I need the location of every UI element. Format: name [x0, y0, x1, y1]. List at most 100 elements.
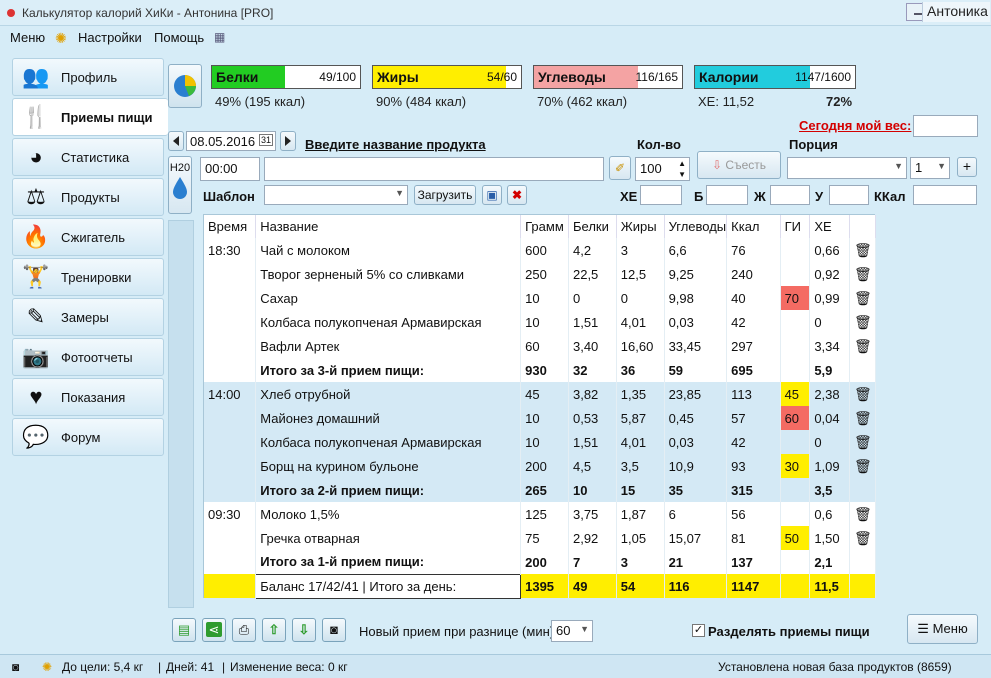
trash-icon[interactable]: 🗑 [854, 434, 872, 450]
table-row[interactable]: Борщ на курином бульоне 200 4,5 3,5 10,9 93 30… [204, 454, 876, 478]
grams-cell: 60 [520, 334, 569, 358]
user-name[interactable]: Антоника [922, 2, 990, 22]
calculator-icon[interactable]: ▦ [214, 30, 225, 44]
kcal-field[interactable] [913, 185, 977, 205]
chat-icon: ▤ [177, 622, 191, 637]
sidebar-item-5[interactable]: 🏋 Тренировки [12, 258, 164, 296]
sidebar-item-0[interactable]: 👥 Профиль [12, 58, 164, 96]
print-button[interactable]: ⎙ [232, 618, 256, 642]
kcal-cell: 695 [726, 358, 781, 382]
table-row[interactable]: Колбаса полукопченая Армавирская 10 1,51 4,… [204, 310, 876, 334]
trash-icon[interactable]: 🗑 [854, 386, 872, 402]
table-row[interactable]: 14:00 Хлеб отрубной 45 3,82 1,35 23,85 113 45 2,… [204, 382, 876, 406]
water-button[interactable]: H20 [168, 156, 192, 214]
camera-status-icon[interactable]: ◙ [12, 660, 19, 674]
settings-gear-icon[interactable]: ✺ [55, 30, 67, 47]
clear-button[interactable]: ✐ [609, 156, 631, 180]
sidebar-item-7[interactable]: 📷 Фотоотчеты [12, 338, 164, 376]
weight-input[interactable] [913, 115, 978, 137]
prev-date-button[interactable] [168, 131, 184, 151]
table-row[interactable]: Майонез домашний 10 0,53 5,87 0,45 57 60 0,04 🗑 [204, 406, 876, 430]
xe-cell: 11,5 [809, 574, 851, 598]
menu-main[interactable]: Меню [10, 30, 45, 45]
table-row[interactable]: Творог зерненый 5% со сливками 250 22,5 12,… [204, 262, 876, 286]
protein-cell: 49 [568, 574, 617, 598]
xe-field[interactable] [640, 185, 682, 205]
column-header[interactable]: Ккал [726, 215, 781, 238]
delete-template-button[interactable]: ✖ [507, 185, 527, 205]
trash-icon[interactable]: 🗑 [854, 338, 872, 354]
sidebar-item-2[interactable]: ◕ Статистика [12, 138, 164, 176]
interval-select[interactable]: 60 ▼ [551, 620, 593, 642]
protein-cell: 0,53 [568, 406, 617, 430]
chat-button[interactable]: ▤ [172, 618, 196, 642]
add-portion-button[interactable]: + [957, 157, 977, 177]
trash-icon[interactable]: 🗑 [854, 266, 872, 282]
product-search-input[interactable] [264, 157, 604, 181]
split-meals-label[interactable]: Разделять приемы пищи [708, 624, 870, 639]
table-row[interactable]: Гречка отварная 75 2,92 1,05 15,07 81 50 1,50 🗑 [204, 526, 876, 550]
column-header[interactable]: ГИ [780, 215, 811, 238]
column-header[interactable]: Жиры [616, 215, 665, 238]
meal-total-row[interactable]: Итого за 3-й прием пищи: 930 32 36 59 695 5,9 [204, 358, 876, 382]
meal-total-row[interactable]: Итого за 2-й прием пищи: 265 10 15 35 315 3,5 [204, 478, 876, 502]
sidebar-item-4[interactable]: 🔥 Сжигатель [12, 218, 164, 256]
spin-arrows-icon[interactable]: ▲ ▼ [678, 158, 686, 180]
sidebar-item-3[interactable]: ⚖ Продукты [12, 178, 164, 216]
share-icon: ⋖ [205, 622, 223, 637]
portion-count-select[interactable]: 1 ▼ [910, 157, 950, 179]
qty-input[interactable]: 100 ▲ ▼ [635, 157, 690, 181]
meal-total-row[interactable]: Итого за 1-й прием пищи: 200 7 3 21 137 2,1 [204, 550, 876, 574]
table-row[interactable]: 18:30 Чай с молоком 600 4,2 3 6,6 76 0,66 🗑 [204, 238, 876, 262]
share-button[interactable]: ⋖ [202, 618, 226, 642]
trash-icon[interactable]: 🗑 [854, 458, 872, 474]
pie-chart-button[interactable] [168, 64, 202, 108]
time-cell [204, 574, 257, 598]
trash-icon[interactable]: 🗑 [854, 242, 872, 258]
column-header[interactable]: Время [204, 215, 257, 238]
table-row[interactable]: Вафли Артек 60 3,40 16,60 33,45 297 3,34 🗑 [204, 334, 876, 358]
table-row[interactable]: Сахар 10 0 0 9,98 40 70 0,99 🗑 [204, 286, 876, 310]
carbs-field[interactable] [829, 185, 869, 205]
table-row[interactable]: 09:30 Молоко 1,5% 125 3,75 1,87 6 56 0,6 🗑 [204, 502, 876, 526]
menu-settings[interactable]: Настройки [78, 30, 142, 45]
column-header[interactable]: ХЕ [809, 215, 851, 238]
trash-icon[interactable]: 🗑 [854, 506, 872, 522]
sidebar-item-9[interactable]: 💬 Форум [12, 418, 164, 456]
load-template-button[interactable]: Загрузить [414, 185, 476, 205]
time-cell [204, 358, 257, 382]
today-weight-link[interactable]: Сегодня мой вес: [799, 118, 911, 133]
next-date-button[interactable] [280, 131, 296, 151]
trash-icon[interactable]: 🗑 [854, 530, 872, 546]
eat-button[interactable]: ⇩ Съесть [697, 151, 781, 179]
time-input[interactable]: 00:00 [200, 157, 260, 181]
save-template-button[interactable]: ▣ [482, 185, 502, 205]
column-header[interactable]: Грамм [520, 215, 569, 238]
table-row[interactable]: Колбаса полукопченая Армавирская 10 1,51 4,… [204, 430, 876, 454]
menu-help[interactable]: Помощь [154, 30, 204, 45]
column-header[interactable]: Название [255, 215, 522, 238]
column-header[interactable]: Углеводы [664, 215, 728, 238]
split-meals-checkbox[interactable]: ✓ [692, 624, 705, 637]
time-cell [204, 478, 257, 502]
trash-icon[interactable]: 🗑 [854, 410, 872, 426]
fat-sub: 90% (484 ккал) [376, 94, 467, 109]
photo-button[interactable]: ◙ [322, 618, 346, 642]
sidebar-item-6[interactable]: ✎ Замеры [12, 298, 164, 336]
sidebar-item-1[interactable]: 🍴 Приемы пищи [12, 98, 168, 136]
move-up-button[interactable]: ⇧ [262, 618, 286, 642]
trash-icon[interactable]: 🗑 [854, 290, 872, 306]
protein-field[interactable] [706, 185, 748, 205]
kcal-cell: 42 [726, 430, 781, 454]
fat-field[interactable] [770, 185, 810, 205]
move-down-button[interactable]: ⇩ [292, 618, 316, 642]
sidebar-item-8[interactable]: ♥ Показания [12, 378, 164, 416]
calendar-icon[interactable]: 31 [258, 134, 273, 146]
date-picker[interactable]: 08.05.2016 31 [186, 131, 276, 151]
template-select[interactable]: ▼ [264, 185, 408, 205]
column-header[interactable]: Белки [568, 215, 617, 238]
trash-icon[interactable]: 🗑 [854, 314, 872, 330]
menu-button[interactable]: ☰ Меню [907, 614, 978, 644]
xe-cell: 2,1 [809, 550, 851, 574]
portion-select[interactable]: ▼ [787, 157, 907, 179]
